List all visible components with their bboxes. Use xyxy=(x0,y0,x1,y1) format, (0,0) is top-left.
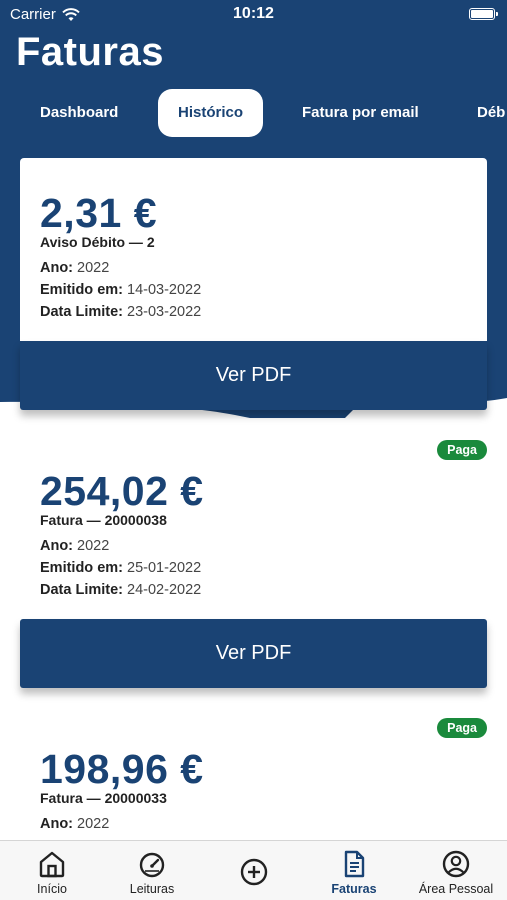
due-value: 23-03-2022 xyxy=(127,304,202,320)
tabbar-item-area-pessoal[interactable]: Área Pessoal xyxy=(414,841,498,900)
view-pdf-button[interactable]: Ver PDF xyxy=(20,619,487,688)
tabbar-item-inicio[interactable]: Início xyxy=(14,841,90,900)
issued-value: 25-01-2022 xyxy=(127,560,202,576)
tab-debito[interactable]: Déb xyxy=(477,89,505,137)
invoice-subtitle: Fatura — 20000033 xyxy=(40,790,167,806)
issued-label: Emitido em: xyxy=(40,560,123,576)
invoice-amount: 198,96 € xyxy=(40,746,204,792)
bottom-tab-bar: Início Leituras Faturas Área Pessoal xyxy=(0,840,507,900)
year-value: 2022 xyxy=(77,260,110,276)
tab-strip: Dashboard Histórico Fatura por email Déb xyxy=(0,89,507,137)
invoice-subtitle: Fatura — 20000038 xyxy=(40,512,167,528)
year-label: Ano: xyxy=(40,538,74,554)
year-label: Ano: xyxy=(40,260,74,276)
invoice-due-row: Data Limite: 24-02-2022 xyxy=(40,582,201,598)
year-value: 2022 xyxy=(77,538,110,554)
gauge-icon xyxy=(139,852,165,878)
invoice-due-row: Data Limite: 23-03-2022 xyxy=(40,304,201,320)
tab-historico[interactable]: Histórico xyxy=(158,89,263,137)
invoice-amount: 254,02 € xyxy=(40,468,204,514)
tabbar-label: Faturas xyxy=(331,882,377,896)
home-icon xyxy=(39,851,65,878)
view-pdf-button[interactable]: Ver PDF xyxy=(20,341,487,410)
invoice-card: 198,96 € Fatura — 20000033 Ano: 2022 xyxy=(20,718,487,840)
tabbar-label: Leituras xyxy=(129,882,175,896)
tabbar-label: Área Pessoal xyxy=(418,882,494,896)
page-title: Faturas xyxy=(16,30,164,74)
invoice-year-row: Ano: 2022 xyxy=(40,538,109,554)
tab-dashboard[interactable]: Dashboard xyxy=(40,89,118,137)
status-time: 10:12 xyxy=(233,5,274,22)
invoice-issued-row: Emitido em: 25-01-2022 xyxy=(40,560,201,576)
invoice-year-row: Ano: 2022 xyxy=(40,816,109,832)
issued-value: 14-03-2022 xyxy=(127,282,202,298)
invoice-card: 254,02 € Fatura — 20000038 Ano: 2022 Emi… xyxy=(20,440,487,615)
tabbar-item-add[interactable] xyxy=(220,841,288,900)
tabbar-label: Início xyxy=(37,882,67,896)
battery-icon xyxy=(469,8,498,20)
invoice-amount: 2,31 € xyxy=(40,190,157,236)
invoice-subtitle: Aviso Débito — 2 xyxy=(40,234,155,250)
year-label: Ano: xyxy=(40,816,74,832)
invoice-issued-row: Emitido em: 14-03-2022 xyxy=(40,282,201,298)
year-value: 2022 xyxy=(77,816,110,832)
due-label: Data Limite: xyxy=(40,582,123,598)
plus-circle-icon xyxy=(240,858,268,886)
due-value: 24-02-2022 xyxy=(127,582,202,598)
due-label: Data Limite: xyxy=(40,304,123,320)
status-bar: Carrier 10:12 xyxy=(0,0,507,28)
tab-fatura-por-email[interactable]: Fatura por email xyxy=(302,89,419,137)
document-icon xyxy=(344,850,365,878)
invoice-card: 2,31 € Aviso Débito — 2 Ano: 2022 Emitid… xyxy=(20,158,487,341)
tabbar-item-faturas[interactable]: Faturas xyxy=(316,841,392,900)
invoice-year-row: Ano: 2022 xyxy=(40,260,109,276)
issued-label: Emitido em: xyxy=(40,282,123,298)
user-circle-icon xyxy=(442,850,470,878)
invoice-card-body: 2,31 € Aviso Débito — 2 Ano: 2022 Emitid… xyxy=(20,158,487,341)
tabbar-item-leituras[interactable]: Leituras xyxy=(114,841,190,900)
